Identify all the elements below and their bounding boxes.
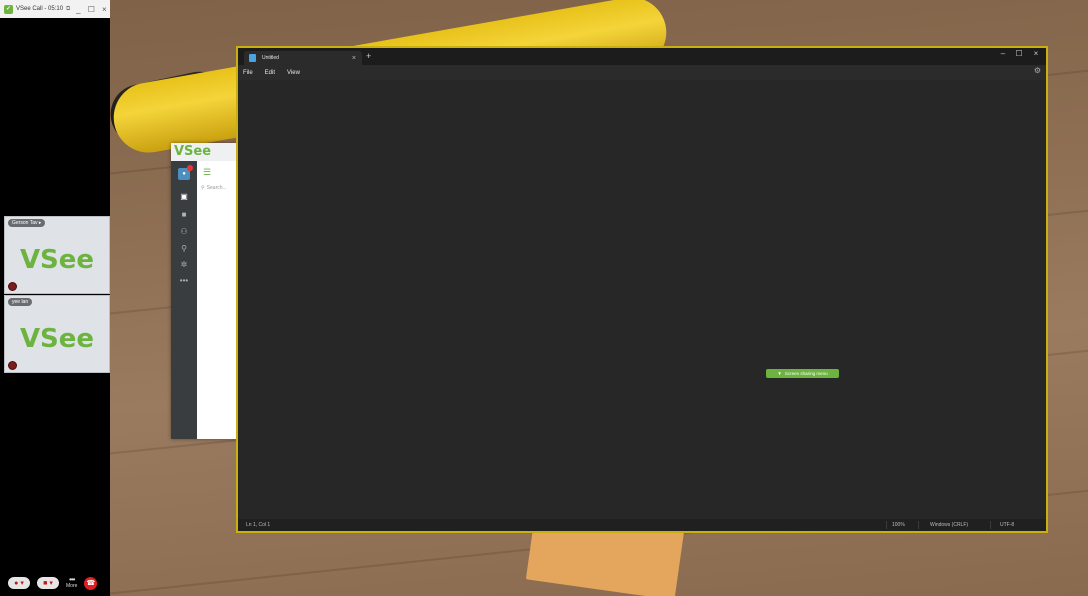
tab-close-button[interactable]: × [352, 55, 356, 62]
participant-logo: VSee [19, 245, 95, 275]
chat-icon[interactable]: ▣ [178, 190, 190, 202]
call-controls: ● ▾ ■ ▾ ••• More ☎ [0, 570, 110, 596]
mic-muted-icon [8, 361, 17, 370]
status-divider [990, 521, 991, 529]
menu-edit[interactable]: Edit [265, 70, 275, 76]
participant-name: yee lan [8, 298, 33, 306]
hangup-icon: ☎ [86, 580, 96, 587]
vsee-main-window: VSee ● ▣ ■ ⚇ ⚲ ✲ ••• ☰ ⚲ Search... [171, 143, 241, 439]
mic-muted-icon [8, 282, 17, 291]
new-tab-button[interactable]: + [366, 51, 371, 61]
cursor-position: Ln 1, Col 1 [246, 522, 271, 528]
search-placeholder: Search... [206, 185, 227, 191]
notepad-titlebar: Untitled × + – ☐ × [238, 48, 1046, 65]
contacts-icon[interactable]: ⚇ [178, 225, 190, 237]
vsee-brand-logo: VSee [174, 144, 212, 159]
mic-toggle-button[interactable]: ● ▾ [8, 577, 30, 589]
menu-view[interactable]: View [287, 70, 300, 76]
encoding: UTF-8 [1000, 522, 1015, 528]
text-editor-area[interactable] [238, 80, 1046, 519]
contact-search-input[interactable]: ⚲ Search... [201, 183, 239, 193]
menu-file[interactable]: File [243, 70, 253, 76]
menu-icon[interactable]: ☰ [203, 167, 211, 178]
vsee-sidebar: ● ▣ ■ ⚇ ⚲ ✲ ••• [171, 161, 197, 439]
settings-icon[interactable]: ✲ [178, 258, 190, 270]
call-close-button[interactable]: × [99, 5, 109, 14]
screen-sharing-menu-label: Screen sharing menu [784, 371, 828, 376]
status-divider [918, 521, 919, 529]
status-divider [886, 521, 887, 529]
notepad-minimize-button[interactable]: – [996, 49, 1010, 58]
notepad-statusbar: Ln 1, Col 1 100% Windows (CRLF) UTF-8 [238, 519, 1046, 531]
zoom-level: 100% [892, 522, 905, 528]
vsee-app-icon: ✓ [4, 4, 13, 14]
mic-muted-icon: ● ▾ [14, 580, 24, 587]
call-title: VSee Call - 05:10 [16, 6, 64, 12]
participant-video-tile[interactable]: yee lan VSee [4, 295, 110, 373]
call-maximize-button[interactable]: ☐ [86, 5, 96, 14]
restore-icon[interactable]: ⧉ [66, 6, 70, 13]
more-label: More [66, 583, 78, 589]
profile-avatar[interactable]: ● [178, 165, 193, 180]
gear-icon[interactable]: ⚙ [1034, 66, 1041, 75]
vsee-call-window: ✓ VSee Call - 05:10 ⧉ _ ☐ × Gerson Tav ▸… [0, 0, 110, 596]
search-icon: ⚲ [201, 185, 205, 191]
call-minimize-button[interactable]: _ [73, 5, 83, 14]
call-titlebar: ✓ VSee Call - 05:10 ⧉ _ ☐ × [0, 0, 110, 18]
notification-badge [187, 165, 193, 171]
participant-logo: VSee [19, 324, 95, 354]
chevron-down-icon: ▼ [777, 371, 782, 376]
more-button[interactable]: ••• More [66, 576, 78, 590]
camera-off-icon: ■ ▾ [43, 580, 53, 587]
more-icon[interactable]: ••• [178, 274, 190, 286]
user-icon: ● [182, 171, 186, 177]
tab-title: Untitled [262, 55, 279, 61]
camera-toggle-button[interactable]: ■ ▾ [37, 577, 59, 589]
notepad-icon [249, 54, 256, 62]
tab-untitled[interactable]: Untitled × [244, 51, 362, 65]
participant-name: Gerson Tav ▸ [8, 219, 46, 227]
notepad-window: Untitled × + – ☐ × File Edit View ⚙ ▼ Sc… [236, 46, 1048, 533]
notepad-maximize-button[interactable]: ☐ [1012, 49, 1026, 58]
notepad-close-button[interactable]: × [1029, 49, 1043, 58]
participant-video-tile[interactable]: Gerson Tav ▸ VSee [4, 216, 110, 294]
add-contact-icon[interactable]: ⚲ [178, 242, 190, 254]
hangup-button[interactable]: ☎ [84, 576, 98, 590]
line-ending: Windows (CRLF) [930, 522, 969, 528]
screen-sharing-menu-button[interactable]: ▼ Screen sharing menu [766, 369, 839, 378]
notepad-menubar: File Edit View [238, 65, 1046, 80]
video-icon[interactable]: ■ [178, 208, 190, 220]
vsee-header: VSee [171, 143, 241, 161]
